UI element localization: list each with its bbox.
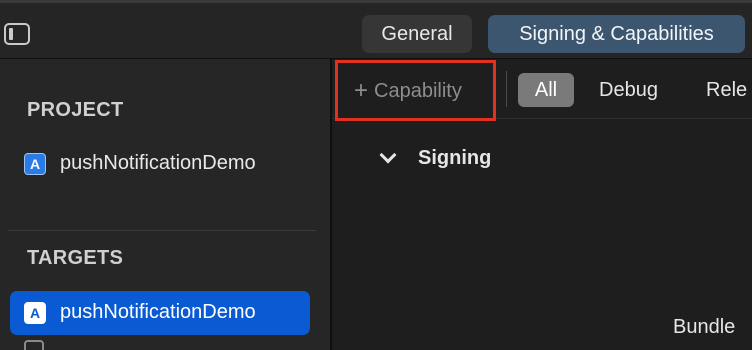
xcode-app-icon: A <box>24 153 46 175</box>
editor-pane: + Capability All Debug Rele Signing Bundl… <box>332 59 752 350</box>
project-navigator: PROJECT A pushNotificationDemo TARGETS A… <box>0 59 330 350</box>
chevron-down-icon <box>379 146 397 164</box>
bundle-identifier-label: Bundle <box>673 316 736 338</box>
sidebar-toggle-icon[interactable] <box>4 23 30 45</box>
filter-all[interactable]: All <box>518 73 574 107</box>
sidebar-divider <box>8 230 316 231</box>
sidebar-item-label: pushNotificationDemo <box>60 152 256 174</box>
project-section-header: PROJECT <box>27 99 124 121</box>
toolbar-separator <box>506 71 507 107</box>
sidebar-item-project[interactable]: A pushNotificationDemo <box>10 142 310 186</box>
highlight-annotation <box>335 60 496 121</box>
partial-target-icon <box>24 340 44 350</box>
capabilities-bar: + Capability All Debug Rele <box>332 59 752 121</box>
target-app-icon: A <box>24 302 46 324</box>
tab-signing-capabilities[interactable]: Signing & Capabilities <box>488 15 745 53</box>
filter-debug[interactable]: Debug <box>599 73 658 107</box>
filter-release[interactable]: Rele <box>706 73 747 107</box>
sidebar-item-target[interactable]: A pushNotificationDemo <box>10 291 310 335</box>
tab-general[interactable]: General <box>362 15 472 53</box>
sidebar-item-label: pushNotificationDemo <box>60 301 256 323</box>
signing-section-title: Signing <box>418 147 492 169</box>
targets-section-header: TARGETS <box>27 247 124 269</box>
toolbar: General Signing & Capabilities <box>0 0 752 59</box>
